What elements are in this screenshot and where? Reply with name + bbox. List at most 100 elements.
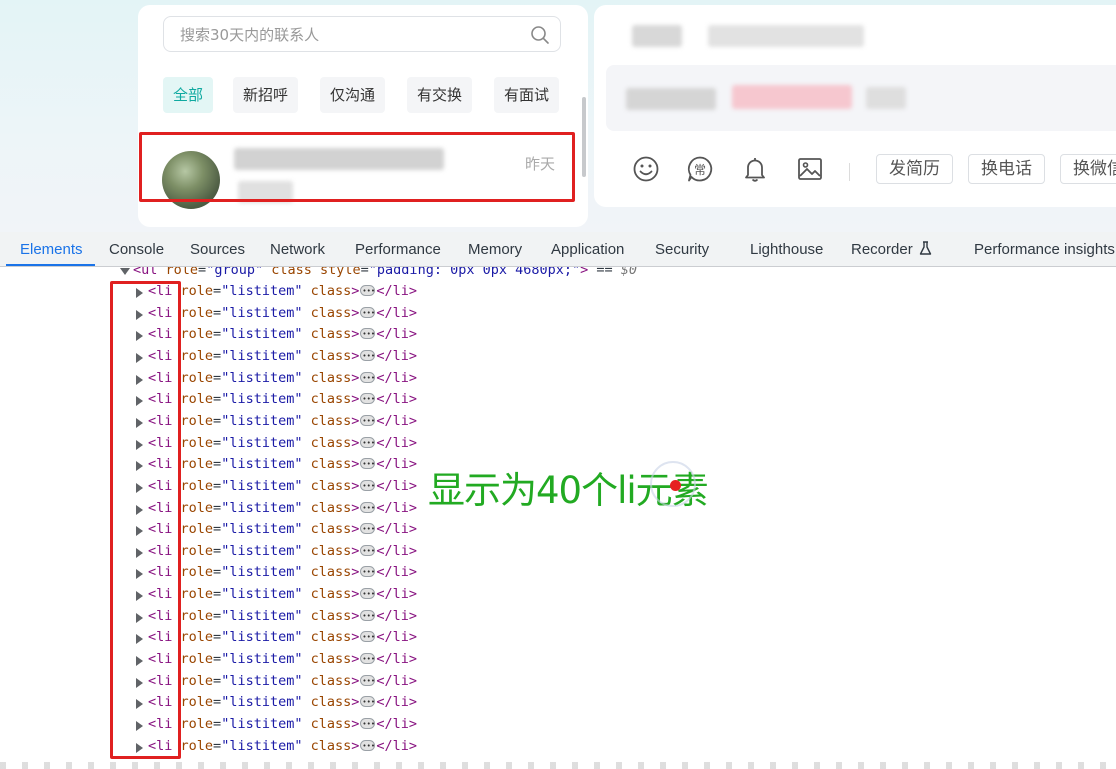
cursor-dot xyxy=(670,480,681,491)
image-icon[interactable] xyxy=(794,153,826,185)
li-attr-class: class xyxy=(310,716,352,732)
ellipsis-icon[interactable] xyxy=(360,627,376,648)
li-node[interactable]: <li role="listitem" class></li> xyxy=(0,519,440,540)
li-node[interactable]: <li role="listitem" class></li> xyxy=(0,584,440,605)
ellipsis-icon[interactable] xyxy=(360,498,376,519)
ellipsis-icon[interactable] xyxy=(360,714,376,735)
li-role-value: "listitem" xyxy=(221,412,303,429)
tab-performance[interactable]: Performance xyxy=(355,241,441,258)
ellipsis-icon[interactable] xyxy=(360,584,376,605)
tab-console[interactable]: Console xyxy=(109,241,164,258)
ellipsis-icon[interactable] xyxy=(360,303,376,324)
ellipsis-icon[interactable] xyxy=(360,519,376,540)
ellipsis-icon[interactable] xyxy=(360,346,376,367)
ellipsis-icon[interactable] xyxy=(360,671,376,692)
filter-all[interactable]: 全部 xyxy=(163,77,214,113)
ellipsis-icon[interactable] xyxy=(360,324,376,345)
tab-memory[interactable]: Memory xyxy=(468,241,522,258)
tab-recorder[interactable]: Recorder xyxy=(851,241,932,258)
ellipsis-icon[interactable] xyxy=(360,541,376,562)
ellipsis-icon[interactable] xyxy=(360,562,376,583)
li-node[interactable]: <li role="listitem" class></li> xyxy=(0,346,440,367)
li-attr-role: role xyxy=(180,283,214,299)
filter-chat-only[interactable]: 仅沟通 xyxy=(320,77,386,113)
li-role-value: "listitem" xyxy=(221,456,303,473)
tab-application[interactable]: Application xyxy=(551,241,624,258)
exchange-wechat-button[interactable]: 换微信 xyxy=(1060,154,1116,184)
li-node[interactable]: <li role="listitem" class></li> xyxy=(0,454,440,475)
ellipsis-icon[interactable] xyxy=(360,411,376,432)
ul-attr-role: role xyxy=(165,267,199,278)
li-attr-role: role xyxy=(180,434,214,451)
li-attr-class: class xyxy=(310,347,352,364)
tab-recorder-label: Recorder xyxy=(851,241,913,258)
ellipsis-icon[interactable] xyxy=(360,389,376,410)
li-close: </li> xyxy=(376,434,418,451)
li-close: </li> xyxy=(376,629,418,646)
ul-node[interactable]: <ul role="group" class style="padding: 0… xyxy=(0,267,700,281)
filter-new-greeting[interactable]: 新招呼 xyxy=(233,77,299,113)
ellipsis-icon[interactable] xyxy=(360,606,376,627)
li-node[interactable]: <li role="listitem" class></li> xyxy=(0,736,440,757)
li-node[interactable]: <li role="listitem" class></li> xyxy=(0,411,440,432)
search-input[interactable] xyxy=(178,23,522,47)
common-phrases-icon[interactable]: 常 xyxy=(684,153,716,185)
li-attr-class: class xyxy=(310,412,352,429)
tab-performance-insights[interactable]: Performance insights xyxy=(974,241,1115,258)
li-node[interactable]: <li role="listitem" class></li> xyxy=(0,714,440,735)
li-close: </li> xyxy=(376,694,418,711)
send-resume-button[interactable]: 发简历 xyxy=(876,154,953,184)
li-node[interactable]: <li role="listitem" class></li> xyxy=(0,368,440,389)
li-node[interactable]: <li role="listitem" class></li> xyxy=(0,303,440,324)
ellipsis-icon[interactable] xyxy=(360,368,376,389)
li-attr-role: role xyxy=(180,412,214,429)
li-close: </li> xyxy=(376,347,418,364)
li-close: </li> xyxy=(376,651,418,668)
li-node[interactable]: <li role="listitem" class></li> xyxy=(0,692,440,713)
li-gt: > xyxy=(351,629,360,646)
li-column-highlight-box xyxy=(110,281,181,759)
li-node[interactable]: <li role="listitem" class></li> xyxy=(0,627,440,648)
emoji-icon[interactable] xyxy=(630,153,662,185)
li-gt: > xyxy=(351,521,360,538)
ellipsis-icon[interactable] xyxy=(360,433,376,454)
li-attr-class: class xyxy=(310,521,352,538)
tab-elements[interactable]: Elements xyxy=(20,241,83,258)
li-node[interactable]: <li role="listitem" class></li> xyxy=(0,671,440,692)
flask-icon xyxy=(919,241,931,255)
li-role-value: "listitem" xyxy=(221,347,303,364)
tab-sources[interactable]: Sources xyxy=(190,241,245,258)
collapse-triangle-icon[interactable] xyxy=(120,268,130,275)
exchange-phone-button[interactable]: 换电话 xyxy=(968,154,1045,184)
li-node[interactable]: <li role="listitem" class></li> xyxy=(0,324,440,345)
ellipsis-icon[interactable] xyxy=(360,736,376,757)
li-attr-role: role xyxy=(180,326,214,343)
tab-lighthouse[interactable]: Lighthouse xyxy=(750,241,823,258)
filter-interview[interactable]: 有面试 xyxy=(494,77,560,113)
li-attr-role: role xyxy=(180,672,214,689)
li-close: </li> xyxy=(376,369,418,386)
li-node[interactable]: <li role="listitem" class></li> xyxy=(0,476,440,497)
li-role-value: "listitem" xyxy=(221,564,303,581)
ellipsis-icon[interactable] xyxy=(360,476,376,497)
li-attr-role: role xyxy=(180,629,214,646)
ellipsis-icon[interactable] xyxy=(360,281,376,302)
li-node[interactable]: <li role="listitem" class></li> xyxy=(0,541,440,562)
li-node[interactable]: <li role="listitem" class></li> xyxy=(0,606,440,627)
li-node[interactable]: <li role="listitem" class></li> xyxy=(0,498,440,519)
li-attr-class: class xyxy=(310,694,352,711)
li-attr-role: role xyxy=(180,521,214,538)
search-icon[interactable] xyxy=(530,25,550,45)
li-node[interactable]: <li role="listitem" class></li> xyxy=(0,433,440,454)
ellipsis-icon[interactable] xyxy=(360,454,376,475)
li-node[interactable]: <li role="listitem" class></li> xyxy=(0,649,440,670)
bell-icon[interactable] xyxy=(739,153,771,185)
ellipsis-icon[interactable] xyxy=(360,692,376,713)
ellipsis-icon[interactable] xyxy=(360,649,376,670)
li-node[interactable]: <li role="listitem" class></li> xyxy=(0,562,440,583)
tab-security[interactable]: Security xyxy=(655,241,709,258)
tab-network[interactable]: Network xyxy=(270,241,325,258)
li-node[interactable]: <li role="listitem" class></li> xyxy=(0,281,440,302)
li-node[interactable]: <li role="listitem" class></li> xyxy=(0,389,440,410)
filter-exchanged[interactable]: 有交换 xyxy=(407,77,473,113)
